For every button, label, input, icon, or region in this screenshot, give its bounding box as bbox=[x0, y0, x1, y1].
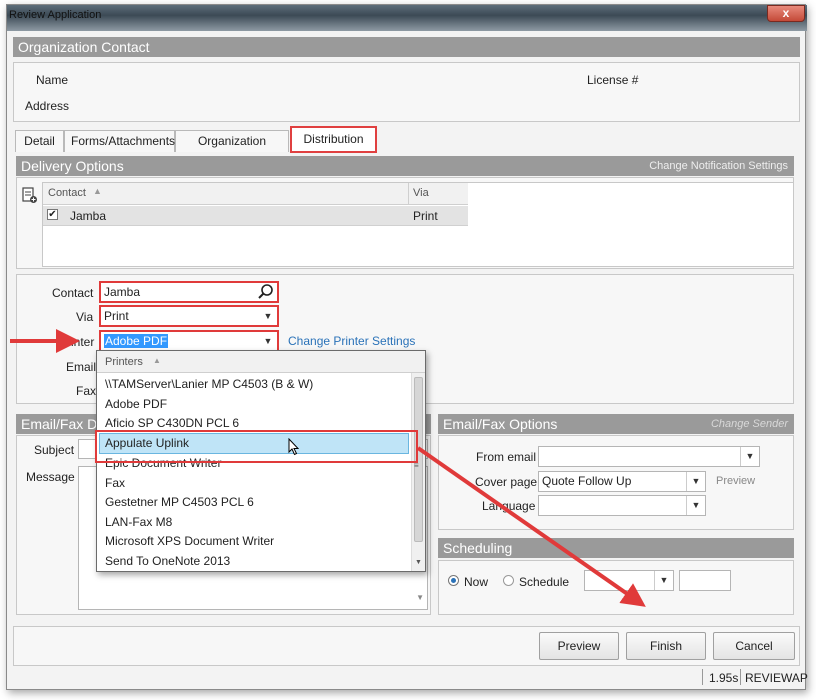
email-label: Email bbox=[66, 360, 97, 374]
delivery-options-header: Delivery Options Change Notification Set… bbox=[16, 156, 794, 176]
row-contact: Jamba bbox=[70, 209, 107, 223]
row-via: Print bbox=[413, 209, 438, 223]
tab-forms-attachments[interactable]: Forms/Attachments bbox=[64, 130, 175, 152]
from-email-label: From email bbox=[476, 450, 537, 464]
grid-divider bbox=[408, 183, 409, 205]
printer-option[interactable]: Epic Document Writer bbox=[105, 454, 221, 473]
printer-option-selected[interactable]: Appulate Uplink bbox=[105, 434, 189, 453]
tab-detail[interactable]: Detail bbox=[15, 130, 64, 152]
printer-select[interactable]: Adobe PDF ▼ bbox=[99, 330, 279, 352]
tab-distribution[interactable]: Distribution bbox=[290, 126, 377, 153]
scheduling-header: Scheduling bbox=[438, 538, 794, 558]
change-notification-link[interactable]: Change Notification Settings bbox=[649, 156, 788, 176]
printer-option[interactable]: Adobe PDF bbox=[105, 395, 167, 414]
chevron-down-icon[interactable]: ▼ bbox=[259, 332, 277, 350]
tab-organization-contact[interactable]: Organization Contact bbox=[175, 130, 289, 169]
grip-icon: ≡ bbox=[414, 461, 419, 470]
cover-page-value: Quote Follow Up bbox=[542, 474, 632, 488]
schedule-time-input[interactable] bbox=[679, 570, 731, 591]
printer-option[interactable]: \\TAMServer\Lanier MP C4503 (B & W) bbox=[105, 375, 313, 394]
sort-up-icon: ▲ bbox=[93, 186, 102, 196]
sort-up-icon: ▲ bbox=[153, 356, 161, 365]
change-printer-link[interactable]: Change Printer Settings bbox=[288, 334, 415, 348]
printer-label: Printer bbox=[59, 335, 95, 349]
schedule-date-select[interactable]: ▼ bbox=[584, 570, 674, 591]
fax-label: Fax bbox=[76, 384, 97, 398]
language-label: Language bbox=[482, 499, 536, 513]
finish-button[interactable]: Finish bbox=[626, 632, 706, 660]
cover-page-select[interactable]: Quote Follow Up ▼ bbox=[538, 471, 706, 492]
printer-option[interactable]: Microsoft XPS Document Writer bbox=[105, 532, 274, 551]
org-contact-panel bbox=[13, 62, 800, 122]
printers-header[interactable]: Printers bbox=[105, 356, 143, 368]
chevron-down-icon[interactable]: ▼ bbox=[740, 447, 759, 466]
license-label: License # bbox=[587, 73, 639, 87]
contact-field[interactable]: Jamba bbox=[99, 281, 279, 303]
printer-option[interactable]: LAN-Fax M8 bbox=[105, 513, 172, 532]
printer-option[interactable]: Aficio SP C430DN PCL 6 bbox=[105, 414, 239, 433]
via-value: Print bbox=[104, 309, 129, 323]
row-checkbox[interactable]: ✔ bbox=[47, 209, 58, 220]
name-label: Name bbox=[36, 73, 69, 87]
preview-button[interactable]: Preview bbox=[539, 632, 619, 660]
email-fax-options-header: Email/Fax Options Change Sender bbox=[438, 414, 794, 434]
contact-label: Contact bbox=[52, 286, 94, 300]
table-row[interactable]: ✔ Jamba Print bbox=[43, 206, 468, 226]
delivery-options-title: Delivery Options bbox=[21, 158, 124, 174]
cancel-button[interactable]: Cancel bbox=[713, 632, 795, 660]
email-fax-options-title: Email/Fax Options bbox=[443, 416, 558, 432]
from-email-select[interactable]: ▼ bbox=[538, 446, 760, 467]
chevron-down-icon[interactable]: ▼ bbox=[259, 307, 277, 325]
contact-value: Jamba bbox=[104, 285, 141, 299]
schedule-label: Schedule bbox=[519, 575, 570, 589]
title-bar bbox=[7, 5, 807, 31]
change-sender-link[interactable]: Change Sender bbox=[711, 414, 788, 434]
chevron-down-icon[interactable]: ▼ bbox=[686, 496, 705, 515]
now-label: Now bbox=[464, 575, 489, 589]
scroll-down-icon[interactable]: ▼ bbox=[416, 589, 424, 607]
org-contact-header: Organization Contact bbox=[13, 37, 800, 57]
status-divider bbox=[740, 669, 741, 685]
window-title: Review Application bbox=[9, 9, 102, 21]
printer-option[interactable]: Send To OneNote 2013 bbox=[105, 552, 230, 571]
via-label: Via bbox=[76, 310, 94, 324]
via-select[interactable]: Print ▼ bbox=[99, 305, 279, 327]
message-label: Message bbox=[26, 470, 75, 484]
status-divider bbox=[702, 669, 703, 685]
status-mode: REVIEWAP bbox=[745, 671, 808, 685]
printers-header-row: Printers ▲ bbox=[97, 351, 425, 373]
printers-dropdown[interactable]: Printers ▲ ≡ ▼ \\TAMServer\Lanier MP C45… bbox=[96, 350, 426, 572]
printer-option[interactable]: Fax bbox=[105, 474, 125, 493]
add-contact-icon[interactable] bbox=[22, 186, 38, 204]
close-button[interactable]: x bbox=[767, 5, 805, 22]
chevron-down-icon[interactable]: ▼ bbox=[686, 472, 705, 491]
dropdown-scrollbar[interactable]: ≡ ▼ bbox=[411, 373, 425, 571]
grid-header-row: Contact ▲ Via bbox=[43, 183, 468, 205]
grid-header-via[interactable]: Via bbox=[413, 187, 429, 199]
printer-value: Adobe PDF bbox=[104, 334, 169, 348]
printer-option[interactable]: Gestetner MP C4503 PCL 6 bbox=[105, 493, 254, 512]
subject-label: Subject bbox=[34, 443, 75, 457]
now-radio[interactable] bbox=[448, 575, 459, 586]
status-timing: 1.95s bbox=[709, 671, 739, 685]
scroll-down-icon[interactable]: ▼ bbox=[415, 559, 422, 566]
address-label: Address bbox=[25, 99, 70, 113]
radio-selected-dot bbox=[451, 578, 456, 583]
cover-preview-link[interactable]: Preview bbox=[716, 475, 755, 487]
delivery-grid: Contact ▲ Via ✔ Jamba Print bbox=[42, 182, 794, 267]
grid-header-contact[interactable]: Contact bbox=[48, 187, 86, 199]
schedule-radio[interactable] bbox=[503, 575, 514, 586]
search-icon[interactable] bbox=[257, 283, 275, 301]
mouse-cursor-icon bbox=[288, 437, 300, 456]
scrollbar-thumb[interactable] bbox=[414, 377, 423, 542]
chevron-down-icon[interactable]: ▼ bbox=[654, 571, 673, 590]
cover-page-label: Cover page bbox=[475, 475, 538, 489]
language-select[interactable]: ▼ bbox=[538, 495, 706, 516]
